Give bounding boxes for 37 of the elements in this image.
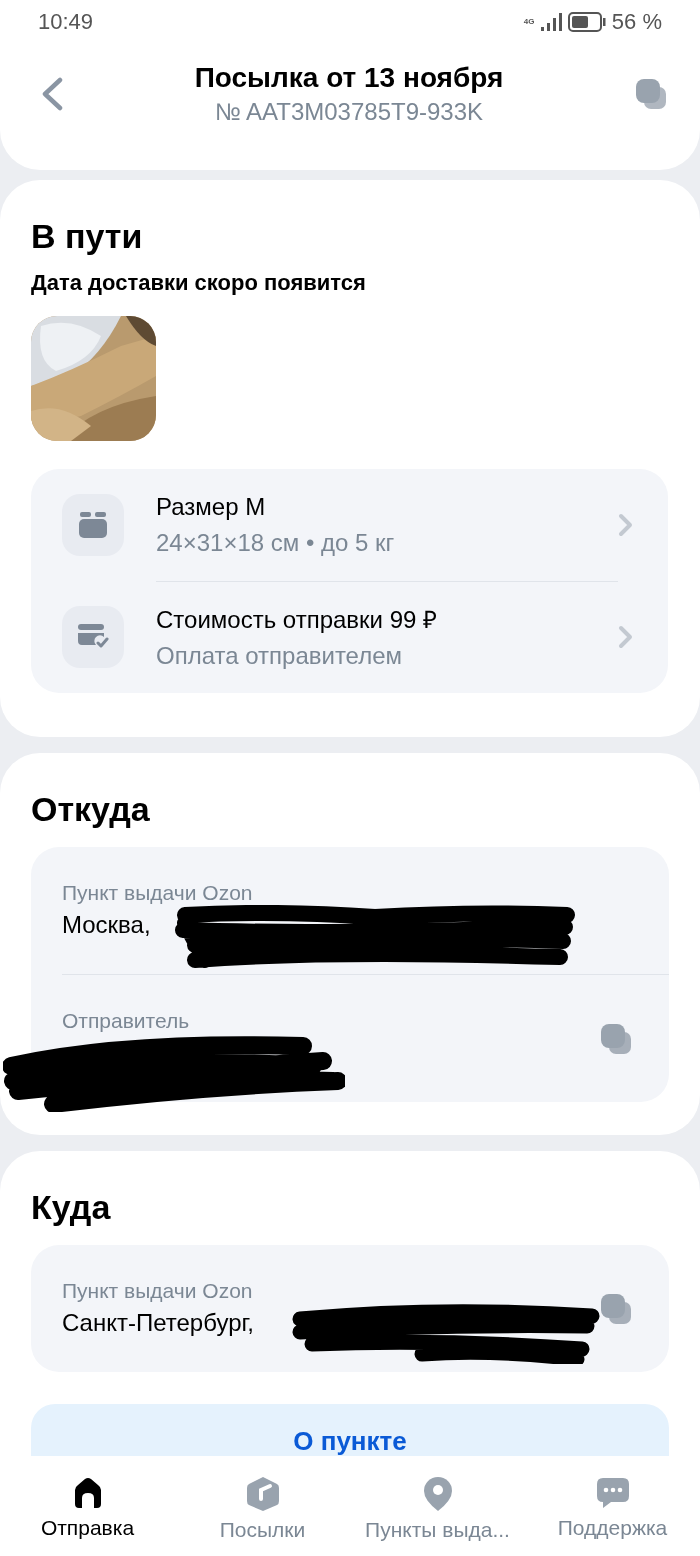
page-title: Посылка от 13 ноября: [194, 61, 504, 95]
nav-tab[interactable]: Пункты выда...: [350, 1460, 525, 1556]
chevron-right-icon: [618, 625, 634, 649]
status-time: 10:49: [38, 11, 94, 33]
detail-title: Размер M: [156, 492, 267, 522]
chevron-right-icon: [618, 513, 634, 537]
parcel-icon: [245, 1476, 280, 1512]
detail-title: Стоимость отправки 99 ₽: [156, 604, 438, 635]
nav-tab[interactable]: Отправка: [0, 1460, 175, 1556]
signal-icon: [539, 12, 562, 32]
status-title: В пути: [31, 216, 144, 256]
detail-subtitle: Оплата отправителем: [156, 640, 403, 671]
status-subtitle: Дата доставки скоро появится: [31, 269, 367, 297]
copy-icon[interactable]: [599, 1291, 633, 1326]
detail-row[interactable]: Размер M 24×31×18 см • до 5 кг: [31, 469, 668, 581]
field-label: Отправитель: [62, 1007, 190, 1034]
copy-icon[interactable]: [599, 1021, 633, 1056]
nav-tab[interactable]: Поддержка: [525, 1460, 700, 1556]
detail-row[interactable]: Стоимость отправки 99 ₽ Оплата отправителем: [31, 581, 668, 693]
about-point-button[interactable]: О пункте: [31, 1404, 669, 1456]
field-value: Санкт-Петербург,: [62, 1307, 254, 1338]
parcel-number: № AAT3M03785T9-933K: [214, 97, 484, 127]
detail-subtitle: 24×31×18 см • до 5 кг: [156, 528, 396, 558]
nav-tab[interactable]: Посылки: [175, 1460, 350, 1556]
map-pin-icon: [422, 1476, 453, 1512]
field-label: Пункт выдачи Ozon: [62, 879, 253, 906]
section-title: Откуда: [31, 789, 151, 829]
box-icon: [78, 511, 108, 539]
field-value: Москва,: [62, 909, 151, 940]
field-label: Пункт выдачи Ozon: [62, 1277, 253, 1304]
copy-icon[interactable]: [634, 77, 668, 111]
network-type: 4G: [523, 18, 534, 26]
chat-bubble-icon: [594, 1476, 631, 1510]
section-title: Куда: [31, 1187, 112, 1227]
battery-level: 56 %: [611, 11, 662, 33]
battery-icon: [567, 12, 606, 32]
back-icon[interactable]: [40, 77, 64, 111]
